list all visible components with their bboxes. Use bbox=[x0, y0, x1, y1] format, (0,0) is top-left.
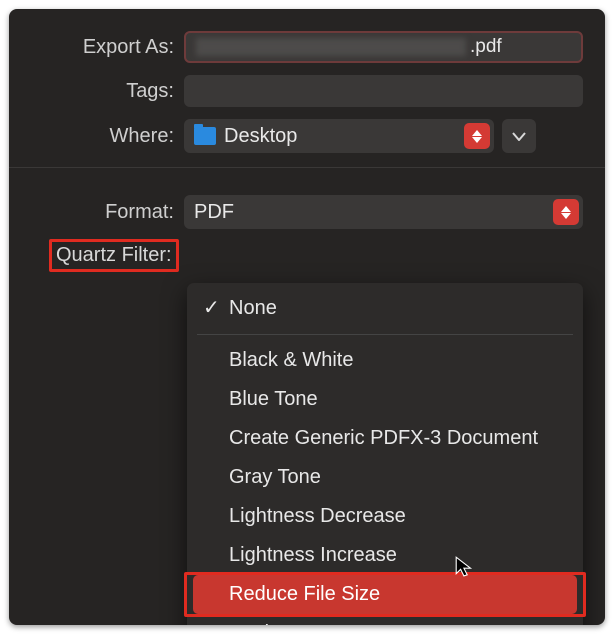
menu-item-black-white[interactable]: Black & White bbox=[193, 341, 577, 380]
menu-item-reduce-file-size[interactable]: Reduce File Size bbox=[193, 575, 577, 614]
updown-caret-icon bbox=[464, 123, 490, 149]
menu-item-lightness-decrease[interactable]: Lightness Decrease bbox=[193, 497, 577, 536]
format-label: Format: bbox=[9, 201, 184, 224]
tags-label: Tags: bbox=[9, 80, 184, 103]
folder-icon bbox=[194, 127, 216, 145]
quartz-filter-label: Quartz Filter: bbox=[49, 239, 179, 272]
redacted-filename bbox=[196, 38, 466, 56]
where-value: Desktop bbox=[224, 125, 297, 148]
tags-field[interactable] bbox=[184, 75, 583, 107]
cursor-icon bbox=[454, 555, 476, 577]
format-value: PDF bbox=[194, 201, 234, 224]
expand-button[interactable] bbox=[502, 119, 536, 153]
checkmark-icon: ✓ bbox=[203, 295, 220, 322]
quartz-filter-menu: ✓ None Black & White Blue Tone Create Ge… bbox=[187, 283, 583, 625]
menu-item-gray-tone[interactable]: Gray Tone bbox=[193, 458, 577, 497]
export-sheet: Export As: .pdf Tags: Where: Desktop bbox=[9, 9, 605, 625]
export-as-label: Export As: bbox=[9, 36, 184, 59]
menu-item-none[interactable]: ✓ None bbox=[193, 289, 577, 328]
format-popup[interactable]: PDF bbox=[184, 195, 583, 229]
menu-item-blue-tone[interactable]: Blue Tone bbox=[193, 380, 577, 419]
menu-item-lightness-increase[interactable]: Lightness Increase bbox=[193, 536, 577, 575]
export-as-field[interactable]: .pdf bbox=[184, 31, 583, 63]
menu-separator bbox=[197, 334, 573, 335]
where-popup[interactable]: Desktop bbox=[184, 119, 494, 153]
pdf-suffix: .pdf bbox=[470, 36, 502, 58]
menu-item-sepia-tone[interactable]: Sepia Tone bbox=[193, 614, 577, 625]
menu-item-generic-pdfx3[interactable]: Create Generic PDFX-3 Document bbox=[193, 419, 577, 458]
updown-caret-icon bbox=[553, 199, 579, 225]
where-label: Where: bbox=[9, 125, 184, 148]
